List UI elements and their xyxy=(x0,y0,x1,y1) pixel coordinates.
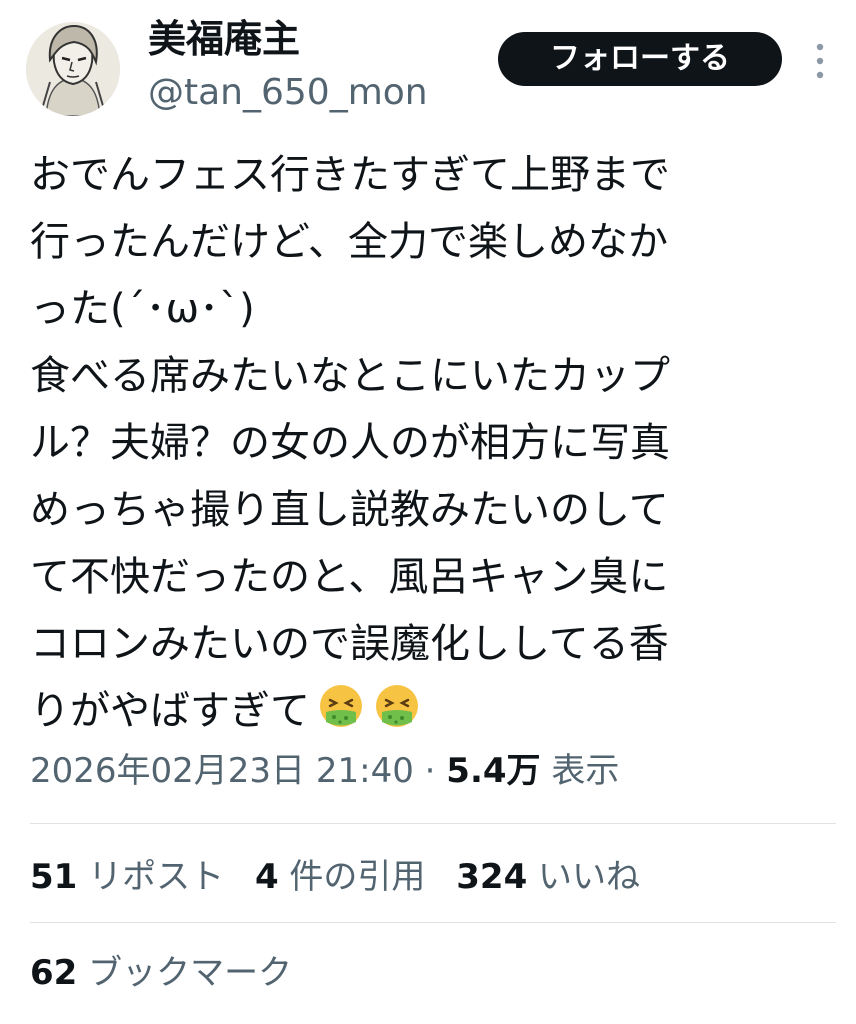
reposts-count: 51 xyxy=(30,857,78,897)
bookmarks-count: 62 xyxy=(30,953,78,993)
tweet-meta: 2026年02月23日 21:40 · 5.4万 表示 xyxy=(30,746,619,796)
timestamp[interactable]: 2026年02月23日 21:40 xyxy=(30,751,414,791)
views-count[interactable]: 5.4万 xyxy=(446,751,540,791)
nauseated-face-emoji-icon xyxy=(372,682,422,732)
bookmarks-label: ブックマーク xyxy=(77,953,293,993)
bookmarks-stat[interactable]: 62 ブックマーク xyxy=(30,948,292,998)
meta-separator: · xyxy=(413,751,447,791)
likes-count: 324 xyxy=(456,857,528,897)
tweet-line: て不快だったのと、風呂キャン臭に xyxy=(30,554,669,600)
tweet-line: おでんフェス行きたすぎて上野まで xyxy=(30,152,670,198)
tweet-line-text: りがやばすぎて xyxy=(30,688,310,734)
follow-button[interactable]: フォローする xyxy=(498,32,782,86)
tweet-line: 食べる席みたいなとこにいたカップ xyxy=(30,353,670,399)
tweet-line: コロンみたいので誤魔化ししてる香 xyxy=(30,621,669,667)
tweet-line: ル？夫婦？の女の人のが相方に写真 xyxy=(30,420,670,466)
user-handle[interactable]: @tan_650_mon xyxy=(148,68,428,118)
divider xyxy=(30,922,836,923)
more-options-icon[interactable] xyxy=(808,38,832,84)
likes-stat[interactable]: 324 いいね xyxy=(456,852,640,902)
divider xyxy=(30,823,836,824)
reposts-stat[interactable]: 51 リポスト xyxy=(30,852,224,902)
tweet-line: めっちゃ撮り直し説教みたいのして xyxy=(30,487,669,533)
quotes-count: 4 xyxy=(254,857,279,897)
nauseated-face-emoji-icon xyxy=(316,682,366,732)
reposts-label: リポスト xyxy=(77,857,225,897)
avatar-illustration xyxy=(26,22,120,116)
tweet-line: 行ったんだけど、全力で楽しめなか xyxy=(30,219,668,265)
views-label: 表示 xyxy=(540,751,620,791)
tweet-line: った(´･ω･`) xyxy=(30,286,255,332)
engagement-stats: 51 リポスト 4 件の引用 324 いいね xyxy=(30,852,660,902)
quotes-label: 件の引用 xyxy=(278,857,426,897)
tweet-text: おでんフェス行きたすぎて上野まで 行ったんだけど、全力で楽しめなか った(´･ω… xyxy=(30,142,830,745)
likes-label: いいね xyxy=(527,857,641,897)
display-name[interactable]: 美福庵主 xyxy=(148,14,300,64)
tweet-line-last: りがやばすぎて xyxy=(30,678,830,745)
avatar[interactable] xyxy=(26,22,120,116)
quotes-stat[interactable]: 4 件の引用 xyxy=(255,852,425,902)
